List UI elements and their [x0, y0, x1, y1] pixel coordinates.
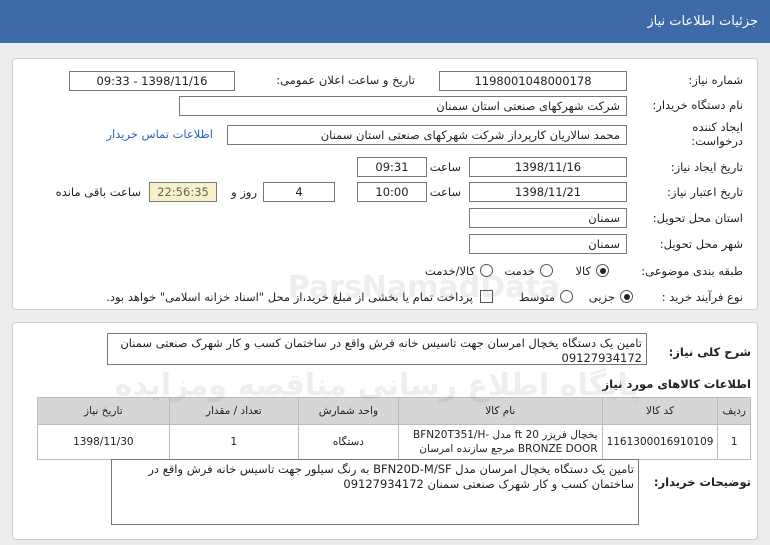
- province-field: سمنان: [469, 208, 627, 228]
- row-name: یخچال فریزر 20 ft مدل BFN20T351/H-BRONZE…: [397, 424, 603, 460]
- page-title: جزئیات اطلاعات نیاز: [647, 14, 758, 29]
- goods-section-title: اطلاعات کالاهای مورد نیاز: [602, 377, 751, 391]
- table-row: 1 1161300016910109 یخچال فریزر 20 ft مدل…: [37, 424, 751, 460]
- process-minor-radio[interactable]: [620, 290, 633, 303]
- creator-label-2: درخواست:: [691, 134, 743, 148]
- treasury-payment-checkbox[interactable]: [480, 290, 493, 303]
- treasury-payment-note: پرداخت تمام یا بخشی از مبلغ خرید،از محل …: [106, 290, 473, 304]
- row-index: 1: [717, 424, 751, 460]
- process-medium-label: متوسط: [518, 290, 555, 304]
- validity-time-label: ساعت: [429, 185, 461, 199]
- creator-field: محمد سالاریان کارپرداز شرکت شهرکهای صنعت…: [227, 125, 627, 145]
- remaining-time-field: 22:56:35: [149, 182, 217, 202]
- col-name: نام کالا: [397, 397, 603, 425]
- days-label: روز و: [231, 185, 257, 199]
- category-service-label: خدمت: [504, 264, 535, 278]
- col-date: تاریخ نیاز: [37, 397, 170, 425]
- remaining-label: ساعت باقی مانده: [55, 185, 141, 199]
- row-code: 1161300016910109: [601, 424, 719, 460]
- col-qty: تعداد / مقدار: [168, 397, 299, 425]
- contact-buyer-link[interactable]: اطلاعات تماس خریدار: [106, 127, 213, 141]
- page-header: جزئیات اطلاعات نیاز: [0, 0, 770, 43]
- validity-label: تاریخ اعتبار نیاز:: [667, 185, 743, 199]
- create-date-label: تاریخ ایجاد نیاز:: [670, 160, 743, 174]
- city-field: سمنان: [469, 234, 627, 254]
- col-code: کد کالا: [601, 397, 719, 425]
- buyer-label: نام دستگاه خریدار:: [652, 98, 743, 112]
- row-unit: دستگاه: [297, 424, 399, 460]
- validity-time-field: 10:00: [357, 182, 427, 202]
- summary-text: تامین یک دستگاه یخچال امرسان جهت تاسیس خ…: [107, 333, 647, 365]
- col-index: ردیف: [717, 397, 751, 425]
- create-date-field: 1398/11/16: [469, 157, 627, 177]
- goods-panel: شرح کلی نیاز: تامین یک دستگاه یخچال امرس…: [12, 322, 758, 540]
- summary-label: شرح کلی نیاز:: [668, 345, 751, 359]
- days-field: 4: [263, 182, 335, 202]
- buyer-field: شرکت شهرکهای صنعتی استان سمنان: [179, 96, 627, 116]
- process-medium-radio[interactable]: [560, 290, 573, 303]
- category-both-radio[interactable]: [480, 264, 493, 277]
- creator-label-1: ایجاد کننده: [692, 120, 743, 134]
- category-goods-label: کالا: [575, 264, 591, 278]
- row-date: 1398/11/30: [37, 424, 170, 460]
- category-goods-radio[interactable]: [596, 264, 609, 277]
- process-minor-label: جزیی: [588, 290, 615, 304]
- announce-label: تاریخ و ساعت اعلان عمومی:: [276, 73, 415, 87]
- announce-field: 1398/11/16 - 09:33: [69, 71, 235, 91]
- details-panel: شماره نیاز: 1198001048000178 تاریخ و ساع…: [12, 58, 758, 310]
- city-label: شهر محل تحویل:: [659, 237, 743, 251]
- province-label: استان محل تحویل:: [652, 211, 743, 225]
- goods-table: ردیف کد کالا نام کالا واحد شمارش تعداد /…: [37, 397, 751, 460]
- need-number-field: 1198001048000178: [439, 71, 627, 91]
- category-service-radio[interactable]: [540, 264, 553, 277]
- buyer-notes-label: توضیحات خریدار:: [653, 475, 751, 489]
- need-number-label: شماره نیاز:: [688, 73, 743, 87]
- validity-date-field: 1398/11/21: [469, 182, 627, 202]
- category-both-label: کالا/خدمت: [424, 264, 475, 278]
- buyer-notes-text: تامین یک دستگاه یخچال امرسان مدل BFN20D-…: [111, 459, 639, 525]
- create-time-label: ساعت: [429, 160, 461, 174]
- process-label: نوع فرآیند خرید :: [661, 290, 743, 304]
- col-unit: واحد شمارش: [297, 397, 399, 425]
- row-qty: 1: [168, 424, 299, 460]
- create-time-field: 09:31: [357, 157, 427, 177]
- category-label: طبقه بندی موضوعی:: [641, 264, 743, 278]
